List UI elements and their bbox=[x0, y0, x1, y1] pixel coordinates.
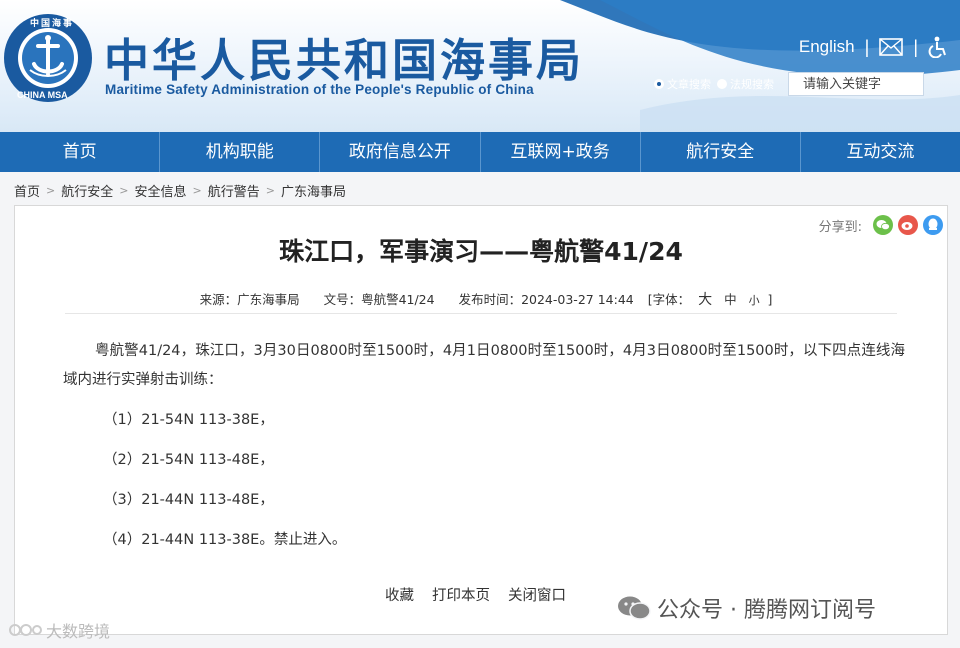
print-button[interactable]: 打印本页 bbox=[432, 584, 490, 605]
wechat-watermark-icon bbox=[618, 596, 651, 620]
breadcrumb-item[interactable]: 航行安全 bbox=[61, 181, 113, 200]
header-utility-links: English | | bbox=[799, 36, 948, 58]
search-area: 文章搜索 法规搜索 bbox=[654, 72, 924, 96]
site-title-en: Maritime Safety Administration of the Pe… bbox=[105, 82, 534, 97]
nav-item-home[interactable]: 首页 bbox=[0, 132, 161, 172]
breadcrumb-item[interactable]: 首页 bbox=[14, 181, 40, 200]
coordinate-point: （3）21-44N 113-48E， bbox=[103, 492, 274, 508]
article-search-radio[interactable]: 文章搜索 bbox=[654, 76, 711, 92]
breadcrumb-separator: > bbox=[46, 184, 56, 197]
font-size-medium-button[interactable]: 中 bbox=[724, 292, 737, 307]
font-size-label: [字体： bbox=[647, 292, 691, 307]
nav-item-internet-gov[interactable]: 互联网+政务 bbox=[481, 132, 641, 172]
main-nav: 首页 机构职能 政府信息公开 互联网+政务 航行安全 互动交流 bbox=[0, 132, 960, 172]
article-publish-time: 发布时间：2024-03-27 14:44 bbox=[458, 292, 634, 307]
emblem-top-text: 中国海事 bbox=[30, 19, 75, 29]
wechat-watermark-text: 公众号 · 腾腾网订阅号 bbox=[657, 598, 876, 623]
english-link[interactable]: English bbox=[799, 37, 855, 57]
favorite-button[interactable]: 收藏 bbox=[385, 584, 414, 605]
breadcrumb: 首页 > 航行安全 > 安全信息 > 航行警告 > 广东海事局 bbox=[14, 181, 346, 200]
wechat-account-watermark: 公众号 · 腾腾网订阅号 bbox=[617, 592, 876, 624]
breadcrumb-separator: > bbox=[192, 184, 202, 197]
article-actions: 收藏 打印本页 关闭窗口 bbox=[385, 584, 566, 605]
regulation-search-label: 法规搜索 bbox=[730, 78, 774, 91]
breadcrumb-separator: > bbox=[119, 184, 129, 197]
regulation-search-radio[interactable]: 法规搜索 bbox=[717, 76, 774, 92]
font-size-close: ] bbox=[767, 292, 773, 307]
font-size-large-button[interactable]: 大 bbox=[698, 292, 712, 308]
corner-watermark: 大数跨境 bbox=[8, 618, 110, 642]
radio-selected-icon bbox=[654, 79, 664, 89]
article-search-label: 文章搜索 bbox=[667, 78, 711, 91]
article-doc-number: 文号：粤航警41/24 bbox=[323, 292, 435, 307]
breadcrumb-item[interactable]: 航行警告 bbox=[208, 181, 260, 200]
separator: | bbox=[864, 36, 870, 57]
accessibility-icon[interactable] bbox=[928, 36, 948, 58]
coordinate-point: （1）21-54N 113-38E， bbox=[103, 412, 274, 428]
breadcrumb-item[interactable]: 广东海事局 bbox=[281, 181, 346, 200]
article-body: 粤航警41/24，珠江口，3月30日0800时至1500时，4月1日0800时至… bbox=[63, 337, 905, 555]
emblem-bottom-text: CHINA MSA bbox=[17, 90, 68, 100]
nav-item-functions[interactable]: 机构职能 bbox=[160, 132, 321, 172]
coordinate-point: （4）21-44N 113-38E。禁止进入。 bbox=[103, 532, 347, 548]
breadcrumb-item[interactable]: 安全信息 bbox=[134, 181, 186, 200]
site-header: 中国海事 CHINA MSA 中华人民共和国海事局 Maritime Safet… bbox=[0, 0, 960, 132]
mail-icon[interactable] bbox=[879, 38, 904, 56]
nav-item-gov-info[interactable]: 政府信息公开 bbox=[320, 132, 481, 172]
separator: | bbox=[913, 36, 918, 57]
article-source: 来源：广东海事局 bbox=[199, 292, 300, 307]
search-input[interactable] bbox=[788, 72, 924, 96]
coordinate-point: （2）21-54N 113-48E， bbox=[103, 452, 274, 468]
meta-divider bbox=[65, 313, 897, 314]
breadcrumb-separator: > bbox=[265, 184, 275, 197]
watermark-logo-icon bbox=[9, 624, 42, 636]
nav-item-interaction[interactable]: 互动交流 bbox=[801, 132, 960, 172]
font-size-small-button[interactable]: 小 bbox=[749, 294, 760, 307]
article-paragraph: 粤航警41/24，珠江口，3月30日0800时至1500时，4月1日0800时至… bbox=[63, 343, 905, 388]
nav-item-navigation-safety[interactable]: 航行安全 bbox=[641, 132, 801, 172]
article-card: 分享到: 珠江口，军事演习——粤航警41/24 来源：广东海事局 文号：粤航警4… bbox=[14, 205, 948, 635]
article-meta: 来源：广东海事局 文号：粤航警41/24 发布时间：2024-03-27 14:… bbox=[15, 289, 947, 309]
radio-unselected-icon bbox=[717, 79, 727, 89]
article-title: 珠江口，军事演习——粤航警41/24 bbox=[279, 237, 683, 266]
close-window-button[interactable]: 关闭窗口 bbox=[508, 584, 566, 605]
corner-watermark-text: 大数跨境 bbox=[46, 622, 111, 641]
site-title-cn: 中华人民共和国海事局 bbox=[104, 34, 585, 87]
